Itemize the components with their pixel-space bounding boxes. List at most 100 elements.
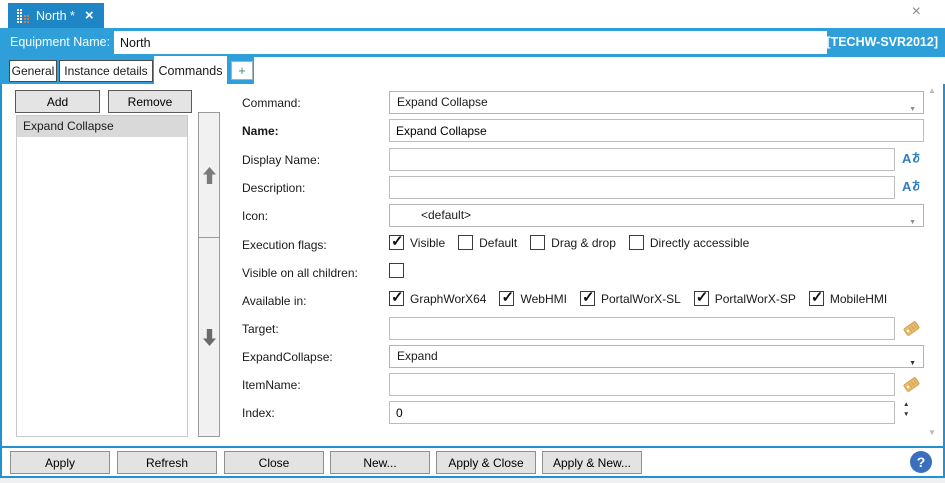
visible-on-all-children-checkbox[interactable] <box>389 263 404 278</box>
spinner-up-icon[interactable]: ▲ <box>903 401 909 408</box>
tag-picker-icon[interactable] <box>902 376 921 396</box>
name-label: Name: <box>242 124 279 138</box>
apply-button[interactable]: Apply <box>10 451 110 474</box>
name-input[interactable] <box>389 119 924 142</box>
checkbox-label: WebHMI <box>520 291 567 306</box>
up-arrow-icon <box>202 166 216 184</box>
expand-collapse-label: ExpandCollapse: <box>242 350 333 364</box>
tab-add-new[interactable]: + <box>231 61 253 80</box>
scroll-down-icon[interactable]: ▼ <box>928 428 936 437</box>
visible-checkbox[interactable] <box>389 232 404 250</box>
icon-label: Icon: <box>242 209 269 223</box>
document-tab-close-icon[interactable]: × <box>85 8 94 23</box>
icon-dropdown[interactable]: <default> ▼ <box>389 204 924 227</box>
new-button[interactable]: New... <box>330 451 430 474</box>
expand-collapse-dropdown[interactable]: Expand ▼ <box>389 345 924 368</box>
row-index: Index: ▲ ▼ <box>242 401 924 424</box>
target-label: Target: <box>242 322 279 336</box>
checkbox-label: GraphWorX64 <box>410 291 487 306</box>
reorder-strip <box>198 112 220 437</box>
display-name-input[interactable] <box>389 148 895 171</box>
equipment-name-input[interactable] <box>114 31 827 54</box>
chevron-down-icon: ▼ <box>909 360 916 367</box>
checkbox-mobilehmi[interactable]: MobileHMI <box>808 288 888 306</box>
row-execution-flags: Execution flags: Visible Default Drag & … <box>242 232 924 256</box>
execution-flags-group: Visible Default Drag & drop Directly acc… <box>389 232 749 250</box>
move-down-button[interactable] <box>199 238 219 436</box>
chevron-down-icon: ▼ <box>909 219 916 226</box>
move-up-button[interactable] <box>199 113 219 238</box>
window-bottom-edge <box>0 478 945 483</box>
visible-on-all-children-group <box>389 263 404 278</box>
row-item-name: ItemName: <box>242 373 924 396</box>
tag-picker-icon[interactable] <box>902 320 921 340</box>
tab-general[interactable]: General <box>9 60 57 82</box>
apply-new-button[interactable]: Apply & New... <box>542 451 642 474</box>
portalworx-sl-checkbox[interactable] <box>579 288 595 306</box>
checkbox-default[interactable]: Default <box>458 235 517 250</box>
remove-button[interactable]: Remove <box>108 90 192 113</box>
checkbox-drag-drop[interactable]: Drag & drop <box>530 235 616 250</box>
checkbox-portalworx-sl[interactable]: PortalWorX-SL <box>579 288 681 306</box>
index-label: Index: <box>242 406 275 420</box>
checkbox-label: MobileHMI <box>829 291 888 306</box>
graphworx64-checkbox[interactable] <box>389 288 404 306</box>
webhmi-checkbox[interactable] <box>499 288 515 306</box>
list-item-expand-collapse[interactable]: Expand Collapse <box>17 116 187 137</box>
close-button[interactable]: Close <box>224 451 324 474</box>
checkbox-visible[interactable]: Visible <box>389 232 445 250</box>
checkbox-portalworx-sp[interactable]: PortalWorX-SP <box>693 288 796 306</box>
spinner-down-icon[interactable]: ▼ <box>903 411 909 418</box>
row-expand-collapse: ExpandCollapse: Expand ▼ <box>242 345 924 368</box>
commands-tab-content: Add Remove Expand Collapse Command: Expa… <box>0 84 945 446</box>
index-spinner: ▲ ▼ <box>903 401 909 418</box>
checkbox-visible-on-all-children[interactable] <box>389 263 404 278</box>
row-available-in: Available in: GraphWorX64 WebHMI PortalW… <box>242 288 924 312</box>
directly-accessible-checkbox[interactable] <box>628 235 644 250</box>
footer-bar: Apply Refresh Close New... Apply & Close… <box>0 446 945 478</box>
target-input[interactable] <box>389 317 895 340</box>
checkbox-webhmi[interactable]: WebHMI <box>499 288 567 306</box>
index-input[interactable] <box>389 401 895 424</box>
form-scrollbar[interactable]: ▲ ▼ <box>926 86 938 437</box>
command-dropdown[interactable]: Expand Collapse ▼ <box>389 91 924 114</box>
description-label: Description: <box>242 181 306 195</box>
down-arrow-icon <box>202 328 216 346</box>
description-input[interactable] <box>389 176 895 199</box>
window-close-icon[interactable]: × <box>912 4 921 20</box>
commands-list[interactable]: Expand Collapse <box>16 115 188 437</box>
row-icon: Icon: <default> ▼ <box>242 204 924 227</box>
icon-dropdown-value: <default> <box>421 208 472 222</box>
checkbox-directly-accessible[interactable]: Directly accessible <box>628 235 749 250</box>
localization-icon[interactable]: A <box>902 179 921 194</box>
display-name-label: Display Name: <box>242 153 321 167</box>
row-name: Name: <box>242 119 924 142</box>
default-checkbox[interactable] <box>458 235 474 250</box>
command-label: Command: <box>242 96 301 110</box>
row-visible-on-all-children: Visible on all children: <box>242 261 924 284</box>
tab-instance-details[interactable]: Instance details <box>59 60 153 82</box>
row-description: Description: A <box>242 176 924 199</box>
server-badge: [TECHW-SVR2012] <box>826 35 938 49</box>
scroll-up-icon[interactable]: ▲ <box>928 86 936 95</box>
equipment-building-icon <box>16 8 29 23</box>
apply-close-button[interactable]: Apply & Close <box>436 451 536 474</box>
execution-flags-label: Execution flags: <box>242 238 327 252</box>
command-form: Command: Expand Collapse ▼ Name: Display… <box>242 91 924 431</box>
checkbox-label: PortalWorX-SL <box>600 291 681 306</box>
help-button[interactable]: ? <box>910 451 932 473</box>
add-button[interactable]: Add <box>15 90 100 113</box>
drag-drop-checkbox[interactable] <box>530 235 546 250</box>
item-name-input[interactable] <box>389 373 895 396</box>
checkbox-graphworx64[interactable]: GraphWorX64 <box>389 288 487 306</box>
localization-icon[interactable]: A <box>902 151 921 166</box>
refresh-button[interactable]: Refresh <box>117 451 217 474</box>
equipment-name-bar: Equipment Name: [TECHW-SVR2012] <box>0 28 945 57</box>
checkbox-label: Drag & drop <box>551 235 616 250</box>
portalworx-sp-checkbox[interactable] <box>693 288 709 306</box>
item-name-label: ItemName: <box>242 378 301 392</box>
tab-commands[interactable]: Commands <box>154 56 227 85</box>
mobilehmi-checkbox[interactable] <box>808 288 824 306</box>
document-tab-north[interactable]: North * × <box>8 3 104 28</box>
expand-collapse-dropdown-value: Expand <box>397 349 438 363</box>
